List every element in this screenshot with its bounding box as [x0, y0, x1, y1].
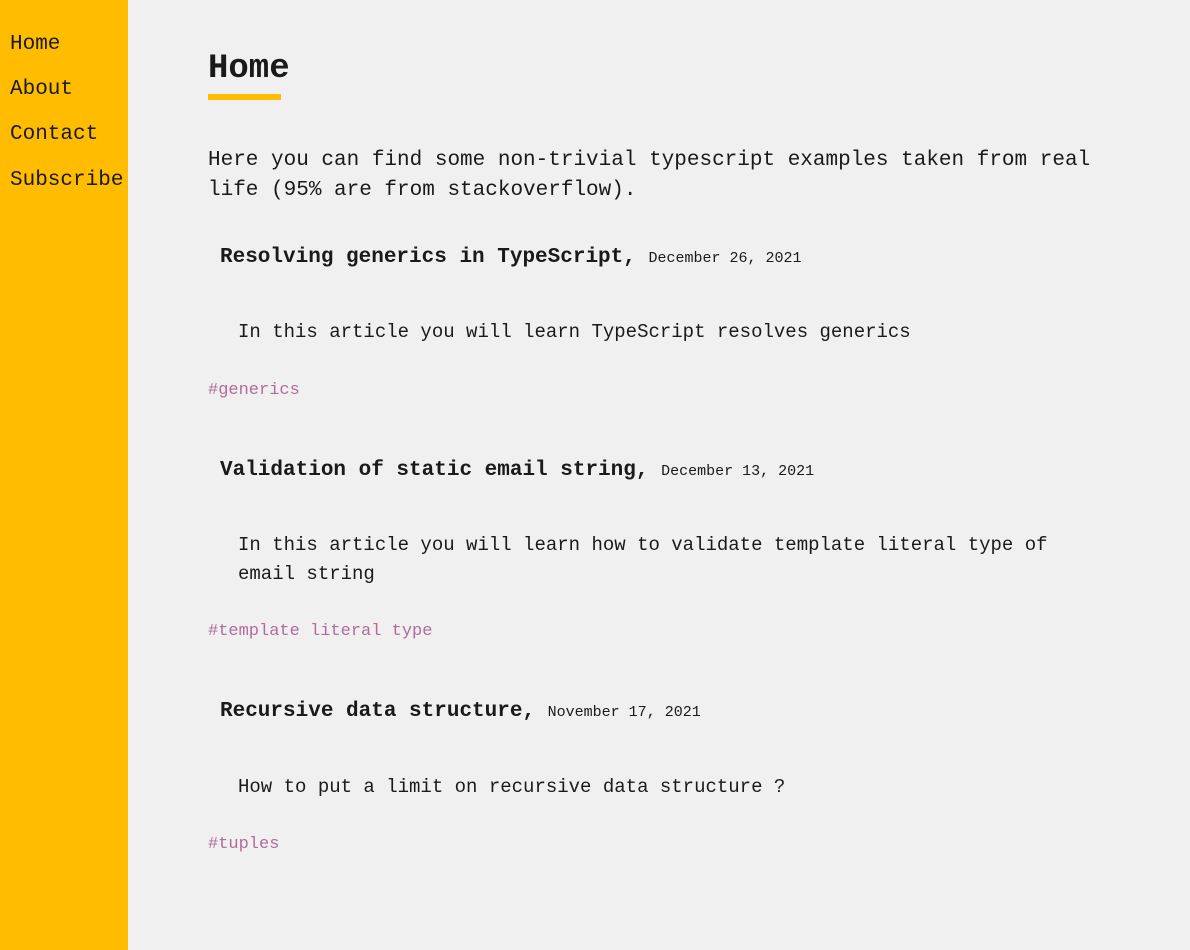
article-desc: In this article you will learn how to va… — [220, 531, 1108, 588]
article-item: Validation of static email string, Decem… — [208, 456, 1108, 641]
article-title[interactable]: Recursive data structure, — [220, 700, 535, 723]
main-content: Home Here you can find some non-trivial … — [128, 0, 1188, 950]
sidebar-item-about[interactable]: About — [0, 67, 128, 112]
title-underline — [208, 94, 281, 100]
article-date: December 13, 2021 — [661, 463, 814, 480]
article-item: Resolving generics in TypeScript, Decemb… — [208, 243, 1108, 400]
sidebar-item-contact[interactable]: Contact — [0, 112, 128, 157]
article-tag[interactable]: #template literal type — [208, 622, 432, 641]
article-item: Recursive data structure, November 17, 2… — [208, 697, 1108, 854]
page-title: Home — [208, 50, 290, 90]
article-desc: How to put a limit on recursive data str… — [220, 773, 1108, 802]
sidebar: Home About Contact Subscribe — [0, 0, 128, 950]
article-date: December 26, 2021 — [648, 250, 801, 267]
intro-text: Here you can find some non-trivial types… — [208, 146, 1108, 207]
article-title[interactable]: Validation of static email string, — [220, 459, 648, 482]
sidebar-item-home[interactable]: Home — [0, 22, 128, 67]
article-desc: In this article you will learn TypeScrip… — [220, 318, 1108, 347]
article-header: Validation of static email string, Decem… — [220, 456, 1108, 485]
article-header: Resolving generics in TypeScript, Decemb… — [220, 243, 1108, 272]
sidebar-item-subscribe[interactable]: Subscribe — [0, 158, 128, 203]
article-tag[interactable]: #generics — [208, 381, 300, 400]
article-title[interactable]: Resolving generics in TypeScript, — [220, 246, 636, 269]
article-header: Recursive data structure, November 17, 2… — [220, 697, 1108, 726]
article-tag[interactable]: #tuples — [208, 835, 279, 854]
